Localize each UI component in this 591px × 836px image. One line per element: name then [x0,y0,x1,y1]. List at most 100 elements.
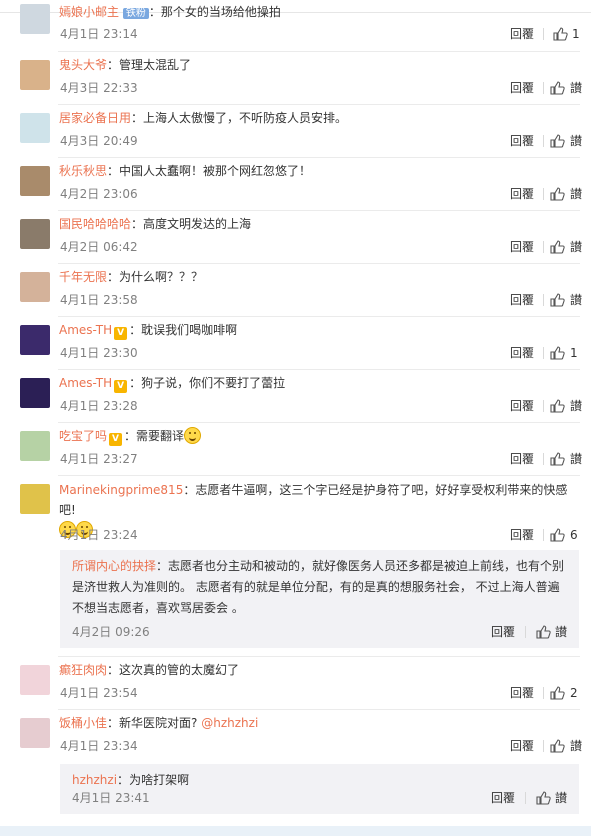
reply-button[interactable]: 回覆 [510,26,534,42]
thumbs-up-icon[interactable] [549,239,565,255]
comment-time: 4月1日 23:27 [60,452,138,466]
comment-text: 高度文明发达的上海 [143,217,252,231]
mention-link[interactable]: @hzhzhzi [201,716,258,730]
verified-v-icon: V [114,380,128,393]
comment-text: 为什么啊？？？ [119,270,204,284]
comment-time: 4月1日 23:30 [60,346,138,360]
thumbs-up-icon[interactable] [549,527,565,543]
thumbs-up-icon[interactable] [549,186,565,202]
comment-line: 嫣娘小邮主 铁粉 ：那个女的当场给他操拍 [59,5,281,19]
avatar[interactable] [20,60,50,90]
reply-button[interactable]: 回覆 [510,398,534,414]
reply-button[interactable]: 回覆 [510,527,534,543]
comment-item: 饭桶小佳：新华医院对面? @hzhzhzi 4月1日 23:34 回覆 讃 [0,709,591,761]
avatar[interactable] [20,325,50,355]
thumbs-up-icon[interactable] [535,790,551,806]
comment-username[interactable]: 癫狂肉肉 [59,663,107,677]
like-count: 6 [570,528,578,542]
reply-button[interactable]: 回覆 [510,239,534,255]
comment-line: 居家必备日用：上海人太傲慢了，不听防疫人员安排。 [59,111,348,125]
comment-username[interactable]: 嫣娘小邮主 [59,5,119,19]
thumbs-up-icon[interactable] [549,133,565,149]
comment-text: 中国人太蠢啊！被那个网红忽悠了！ [119,164,312,178]
nested-reply: hzhzhzi：为啥打架啊 4月1日 23:41 回覆 讃 [60,764,579,814]
nested-reply: 所谓内心的抉择：志愿者也分主动和被动的，就好像医务人员还多都是被迫上前线，也有个… [60,550,579,648]
reply-button[interactable]: 回覆 [510,186,534,202]
avatar[interactable] [20,166,50,196]
like-count: 讃 [570,739,583,753]
avatar[interactable] [20,113,50,143]
reply-text: 为啥打架啊 [129,773,190,787]
avatar[interactable] [20,272,50,302]
reply-line: hzhzhzi：为啥打架啊 [72,773,190,787]
reply-username[interactable]: hzhzhzi [72,773,117,787]
divider [525,626,526,638]
comment-username[interactable]: 饭桶小佳 [59,716,107,730]
reply-button[interactable]: 回覆 [510,292,534,308]
comment-text: 那个女的当场给他操拍 [160,5,281,19]
thumbs-up-icon[interactable] [549,398,565,414]
comment-username[interactable]: Ames-TH [59,376,112,390]
comment-line: 饭桶小佳：新华医院对面? @hzhzhzi [59,716,259,730]
reply-button[interactable]: 回覆 [510,685,534,701]
thumbs-up-icon[interactable] [535,624,551,640]
divider [58,422,580,423]
comment-item: 癫狂肉肉：这次真的管的太魔幻了 4月1日 23:54 回覆 2 [0,656,591,708]
comment-line: 千年无限：为什么啊？？？ [59,270,204,284]
comment-item: Ames-TH V ：耽误我们喝咖啡啊 4月1日 23:30 回覆 1 [0,316,591,368]
avatar[interactable] [20,718,50,748]
avatar[interactable] [20,219,50,249]
comment-item: 居家必备日用：上海人太傲慢了，不听防疫人员安排。 4月3日 20:49 回覆 讃 [0,104,591,156]
like-count: 讃 [555,625,568,639]
comment-username[interactable]: 吃宝了吗 [59,429,107,443]
comment-username[interactable]: 居家必备日用 [59,111,131,125]
divider [58,316,580,317]
comment-item: 国民哈哈哈哈：高度文明发达的上海 4月2日 06:42 回覆 讃 [0,210,591,262]
reply-button[interactable]: 回覆 [491,624,515,640]
reply-username[interactable]: 所谓内心的抉择 [72,559,156,573]
comment-username[interactable]: Ames-TH [59,323,112,337]
verified-v-icon: V [114,327,128,340]
divider [543,453,544,465]
avatar[interactable] [20,484,50,514]
comment-time: 4月1日 23:58 [60,293,138,307]
divider [543,241,544,253]
comment-time: 4月1日 23:14 [60,27,138,41]
reply-button[interactable]: 回覆 [510,80,534,96]
thumbs-up-icon[interactable] [549,451,565,467]
avatar[interactable] [20,665,50,695]
comment-item: Marinekingprime815：志愿者牛逼啊，这三个字已经是护身符了吧，好… [0,475,591,547]
comment-item: 吃宝了吗 V ：需要翻译 4月1日 23:27 回覆 讃 [0,422,591,474]
like-count: 2 [570,686,578,700]
reply-line: 所谓内心的抉择：志愿者也分主动和被动的，就好像医务人员还多都是被迫上前线，也有个… [72,559,565,615]
thumbs-up-icon[interactable] [549,292,565,308]
grin-emoji-icon [184,427,202,444]
thumbs-up-icon[interactable] [549,80,565,96]
comment-username[interactable]: 国民哈哈哈哈 [59,217,131,231]
reply-button[interactable]: 回覆 [491,790,515,806]
thumbs-up-icon[interactable] [549,345,565,361]
comment-line: 吃宝了吗 V ：需要翻译 [59,426,579,446]
reply-button[interactable]: 回覆 [510,345,534,361]
divider [543,400,544,412]
avatar[interactable] [20,4,50,34]
reply-button[interactable]: 回覆 [510,451,534,467]
divider [543,82,544,94]
thumbs-up-icon[interactable] [549,685,565,701]
divider [543,135,544,147]
avatar[interactable] [20,431,50,461]
comment-item: 千年无限：为什么啊？？？ 4月1日 23:58 回覆 讃 [0,263,591,315]
comment-username[interactable]: 鬼头大爷 [59,58,107,72]
comment-username[interactable]: Marinekingprime815 [59,483,183,497]
comment-username[interactable]: 秋乐秋思 [59,164,107,178]
like-count: 1 [570,346,578,360]
divider [58,475,580,476]
thumbs-up-icon[interactable] [549,738,565,754]
avatar[interactable] [20,378,50,408]
reply-button[interactable]: 回覆 [510,133,534,149]
comment-username[interactable]: 千年无限 [59,270,107,284]
reply-button[interactable]: 回覆 [510,738,534,754]
comment-time: 4月1日 23:28 [60,399,138,413]
divider [58,210,580,211]
thumbs-up-icon[interactable] [552,26,568,42]
